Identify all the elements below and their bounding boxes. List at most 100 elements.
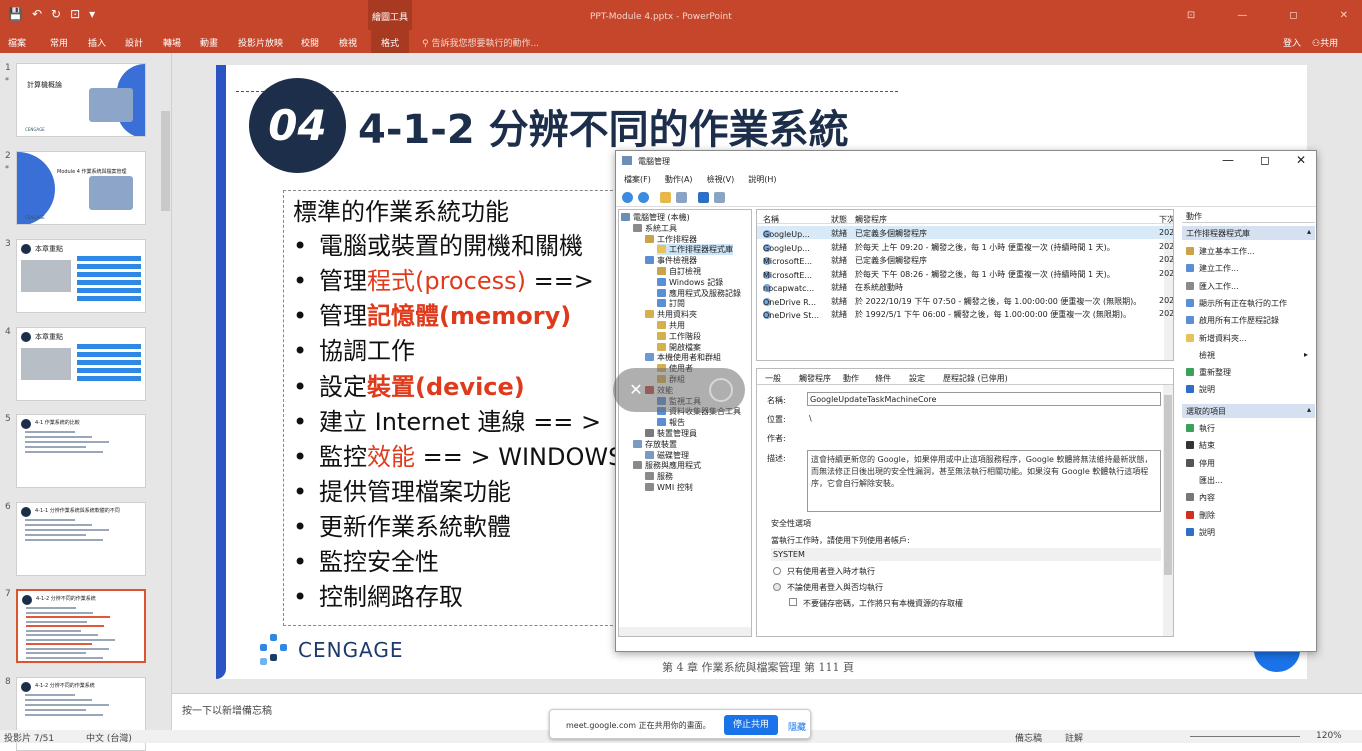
tab-home[interactable]: 常用: [50, 33, 68, 52]
tree-node[interactable]: 報告: [657, 417, 685, 428]
tree-node[interactable]: 電腦管理 (本機): [621, 212, 690, 223]
thumbnails-scrollbar[interactable]: [161, 111, 170, 211]
table-row[interactable]: OneDrive R... 就緒於 2022/10/19 下午 07:50 - 觸…: [757, 294, 1173, 307]
slide-thumbnail[interactable]: 本章重點: [16, 239, 146, 313]
tab-actions[interactable]: 動作: [843, 373, 859, 384]
start-slideshow-icon[interactable]: ⊡: [70, 7, 80, 21]
action-item[interactable]: 刪除: [1186, 510, 1215, 521]
forward-arrow-icon[interactable]: [638, 192, 649, 203]
tree-node[interactable]: Windows 記錄: [657, 277, 723, 288]
slide-thumbnail[interactable]: 4-1 作業系統的比較: [16, 414, 146, 488]
task-name-field[interactable]: GoogleUpdateTaskMachineCore: [807, 392, 1161, 406]
do-not-store-password-checkbox[interactable]: [789, 598, 797, 606]
zoom-slider[interactable]: [1190, 736, 1300, 737]
action-item[interactable]: 啟用所有工作歷程記錄: [1186, 315, 1279, 326]
table-row[interactable]: GoogleUp... 就緒 已定義多個觸發程序 202: [757, 226, 1173, 239]
tree-node[interactable]: 裝置管理員: [645, 428, 697, 439]
maximize-icon[interactable]: ◻: [1289, 10, 1297, 21]
tab-animations[interactable]: 動畫: [200, 33, 218, 52]
tab-view[interactable]: 檢視: [339, 33, 357, 52]
help-icon[interactable]: [698, 192, 709, 203]
action-item[interactable]: 匯出...: [1186, 475, 1223, 486]
tab-file[interactable]: 檔案: [8, 33, 26, 52]
tree-node[interactable]: 工作階段: [657, 331, 701, 342]
share-button[interactable]: ⚇共用: [1312, 36, 1338, 49]
actions-section-selected[interactable]: 選取的項目 ▴: [1182, 404, 1315, 418]
action-item[interactable]: 檢視 ▸: [1186, 350, 1308, 361]
action-item[interactable]: 建立基本工作...: [1186, 246, 1255, 257]
tree-node[interactable]: 存放裝置: [633, 439, 677, 450]
tree-node[interactable]: 事件檢視器: [645, 255, 697, 266]
tab-general[interactable]: 一般: [765, 373, 781, 384]
tree-node[interactable]: 本機使用者和群組: [645, 352, 721, 363]
zoom-level[interactable]: 120%: [1316, 731, 1342, 741]
tree-horizontal-scrollbar[interactable]: [619, 627, 751, 636]
tab-history[interactable]: 歷程記錄 (已停用): [943, 373, 1008, 384]
cm-close-icon[interactable]: ✕: [1296, 153, 1306, 167]
menu-help[interactable]: 說明(H): [748, 174, 776, 187]
muted-mic-overlay[interactable]: ✕: [613, 368, 745, 412]
slide-thumbnail[interactable]: 4-1-2 分辨不同的作業系統: [16, 589, 146, 663]
action-item[interactable]: 建立工作...: [1186, 263, 1239, 274]
tree-node[interactable]: 開啟檔案: [657, 342, 701, 353]
slide-thumbnail[interactable]: 計算機概論 CENGAGE: [16, 63, 146, 137]
tab-slideshow[interactable]: 投影片放映: [238, 33, 283, 52]
menu-view[interactable]: 檢視(V): [707, 174, 735, 187]
minimize-icon[interactable]: —: [1237, 10, 1247, 21]
col-status[interactable]: 狀態: [831, 214, 847, 225]
action-item[interactable]: 內容: [1186, 492, 1215, 503]
tab-review[interactable]: 校閱: [301, 33, 319, 52]
table-row[interactable]: GoogleUp... 就緒 於每天 上午 09:20 - 觸發之後，每 1 小時 …: [757, 240, 1173, 253]
table-row[interactable]: MicrosoftE... 就緒 已定義多個觸發程序 202: [757, 253, 1173, 266]
actions-section-library[interactable]: 工作排程器程式庫 ▴: [1182, 226, 1315, 240]
up-folder-icon[interactable]: [660, 192, 671, 203]
col-trigger[interactable]: 觸發程序: [855, 214, 887, 225]
notes-toggle[interactable]: 備忘稿: [1015, 731, 1042, 744]
customize-qat-icon[interactable]: ▾: [89, 7, 95, 21]
table-row[interactable]: npcapwatc... 就緒 在系統啟動時: [757, 280, 1173, 293]
tab-insert[interactable]: 插入: [88, 33, 106, 52]
menu-file[interactable]: 檔案(F): [624, 174, 651, 187]
tree-node[interactable]: 服務: [645, 471, 673, 482]
action-item[interactable]: 說明: [1186, 384, 1215, 395]
tab-conditions[interactable]: 條件: [875, 373, 891, 384]
slide-thumbnail[interactable]: 本章重點: [16, 327, 146, 401]
tell-me-search[interactable]: ⚲ 告訴我您想要執行的動作...: [422, 36, 539, 49]
menu-action[interactable]: 動作(A): [665, 174, 693, 187]
slide-thumbnail[interactable]: Module 4 作業系統與檔案管理 CENGAGE: [16, 151, 146, 225]
col-name[interactable]: 名稱: [763, 214, 779, 225]
cm-minimize-icon[interactable]: —: [1222, 153, 1234, 167]
action-item[interactable]: 匯入工作...: [1186, 281, 1239, 292]
tree-node[interactable]: 服務與應用程式: [633, 460, 701, 471]
cm-maximize-icon[interactable]: ◻: [1260, 153, 1270, 167]
tree-node[interactable]: 應用程式及服務記錄: [657, 288, 741, 299]
tab-format[interactable]: 格式: [371, 30, 410, 53]
mic-off-icon[interactable]: ✕: [623, 377, 649, 403]
action-item[interactable]: 停用: [1186, 458, 1215, 469]
tree-node[interactable]: 自訂檢視: [657, 266, 701, 277]
detail-scrollbar-thumb[interactable]: [1164, 395, 1172, 575]
show-hide-action-pane-icon[interactable]: [714, 192, 725, 203]
table-row[interactable]: OneDrive St... 就緒於 1992/5/1 下午 06:00 - 觸發…: [757, 307, 1173, 320]
action-item[interactable]: 結束: [1186, 440, 1215, 451]
comments-toggle[interactable]: 註解: [1065, 731, 1083, 744]
close-icon[interactable]: ✕: [1340, 10, 1348, 21]
tree-node[interactable]: 工作排程器程式庫: [657, 244, 733, 256]
tree-node[interactable]: 共用: [657, 320, 685, 331]
back-arrow-icon[interactable]: [622, 192, 633, 203]
tree-node[interactable]: 工作排程器: [645, 234, 697, 245]
tab-triggers[interactable]: 觸發程序: [799, 373, 831, 384]
tree-node[interactable]: 系統工具: [633, 223, 677, 234]
action-item[interactable]: 新增資料夾...: [1186, 333, 1247, 344]
action-item[interactable]: 顯示所有正在執行的工作: [1186, 298, 1287, 309]
redo-icon[interactable]: ↻: [51, 7, 61, 21]
language-indicator[interactable]: 中文 (台灣): [86, 731, 132, 744]
sign-in-link[interactable]: 登入: [1283, 36, 1301, 49]
action-item[interactable]: 重新整理: [1186, 367, 1231, 378]
action-item[interactable]: 說明: [1186, 527, 1215, 538]
tree-node[interactable]: 訂閱: [657, 298, 685, 309]
tree-node[interactable]: 共用資料夾: [645, 309, 697, 320]
radio-logged-on-only[interactable]: [773, 567, 781, 575]
hide-sharing-bar-link[interactable]: 隱藏: [788, 720, 806, 733]
tree-node[interactable]: 磁碟管理: [645, 450, 689, 461]
